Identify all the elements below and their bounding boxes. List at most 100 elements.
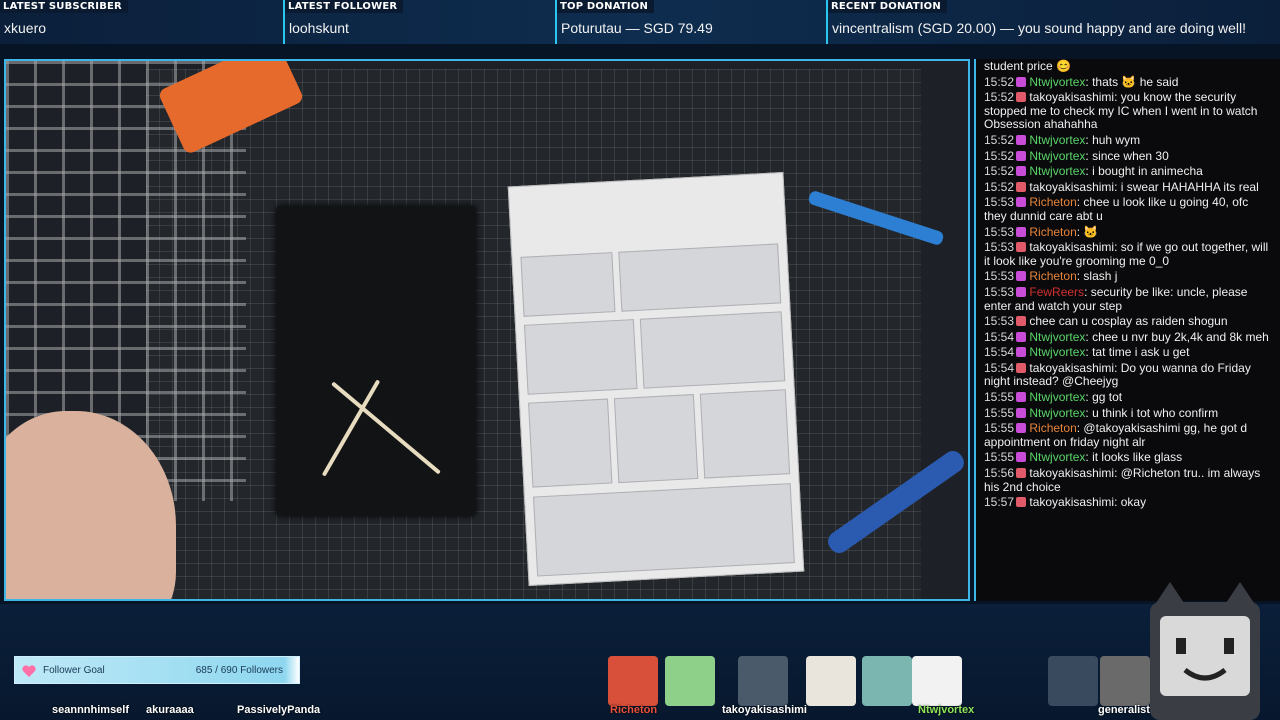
follower-name: PassivelyPanda bbox=[237, 704, 321, 716]
chat-text: chee can u cosplay as raiden shogun bbox=[1029, 314, 1228, 329]
chat-timestamp: 15:55 bbox=[984, 390, 1015, 405]
avatar bbox=[806, 656, 856, 706]
chat-timestamp: 15:53 bbox=[984, 224, 1015, 239]
recent-donation: RECENT DONATION vincentralism (SGD 20.00… bbox=[828, 0, 1280, 44]
chat-message: 15:52 Ntwjvortex: huh wym bbox=[984, 132, 1141, 147]
chat-text: u think i tot who confirm bbox=[1092, 405, 1219, 420]
chat-username[interactable]: Ntwjvortex bbox=[1029, 164, 1085, 178]
chat-message: 15:53 chee can u cosplay as raiden shogu… bbox=[976, 314, 1280, 330]
chat-username[interactable]: Ntwjvortex bbox=[1029, 149, 1085, 163]
heart-icon bbox=[22, 665, 36, 677]
chat-username[interactable]: Richeton bbox=[1029, 225, 1076, 239]
top-donation-value: Poturutau — SGD 79.49 bbox=[561, 20, 713, 36]
chat-badge-icon bbox=[1016, 166, 1027, 177]
chat-text: takoyakisashimi: @Richeton tru.. im alwa… bbox=[984, 466, 1261, 494]
chat-message: 15:55 Richeton: @takoyakisashimi gg, he … bbox=[984, 421, 1248, 449]
chat-text: thats 🐱 he said bbox=[1092, 74, 1179, 89]
chat-message: student price 😊 bbox=[976, 59, 1280, 75]
chat-message: 15:55 Ntwjvortex: u think i tot who conf… bbox=[984, 405, 1219, 420]
chat-message: 15:53 takoyakisashimi: so if we go out t… bbox=[976, 240, 1280, 269]
chat-badge-icon bbox=[1016, 134, 1027, 145]
chat-badge-icon bbox=[1016, 452, 1027, 463]
chat-text: takoyakisashimi: okay bbox=[1029, 495, 1147, 510]
chat-badge-icon bbox=[1016, 76, 1027, 87]
chat-panel[interactable]: student price 😊 15:52 Ntwjvortex: thats 🐱… bbox=[974, 59, 1280, 601]
follower-name: seannnhimself bbox=[52, 704, 130, 716]
chat-timestamp: 15:53 bbox=[984, 240, 1015, 255]
chat-timestamp: 15:52 bbox=[984, 132, 1015, 147]
chat-timestamp: 15:52 bbox=[984, 164, 1015, 179]
follower-name: akuraaaa bbox=[146, 704, 194, 716]
chat-message: 15:54 Ntwjvortex: tat time i ask u get bbox=[984, 345, 1190, 360]
chat-timestamp: 15:52 bbox=[984, 148, 1015, 163]
chat-username[interactable]: FewReers bbox=[1029, 285, 1084, 299]
chat-text: it looks like glass bbox=[1092, 450, 1183, 465]
chat-text: chee u nvr buy 2k,4k and 8k meh bbox=[1092, 329, 1269, 344]
chat-badge-icon bbox=[1016, 468, 1027, 479]
chat-timestamp: 15:52 bbox=[984, 179, 1015, 194]
chat-badge-icon bbox=[1016, 331, 1027, 342]
chat-badge-icon bbox=[1016, 92, 1027, 103]
chat-username[interactable]: Ntwjvortex bbox=[1029, 330, 1085, 344]
chat-badge-icon bbox=[1016, 286, 1027, 297]
chat-timestamp: 15:56 bbox=[984, 466, 1015, 481]
follower-name: takoyakisashimi bbox=[722, 704, 807, 716]
top-donation: TOP DONATION Poturutau — SGD 79.49 bbox=[557, 0, 828, 44]
follower-name: Richeton bbox=[610, 704, 658, 716]
chat-username[interactable]: Richeton bbox=[1029, 421, 1076, 435]
latest-subscriber: LATEST SUBSCRIBER xkuero bbox=[0, 0, 285, 44]
follower-goal-label: Follower Goal bbox=[43, 665, 105, 676]
chat-message: 15:55 Ntwjvortex: gg tot bbox=[984, 390, 1123, 405]
chat-username[interactable]: Ntwjvortex bbox=[1029, 406, 1085, 420]
chat-badge-icon bbox=[1016, 347, 1027, 358]
chat-timestamp: 15:54 bbox=[984, 345, 1015, 360]
chat-username[interactable]: Ntwjvortex bbox=[1029, 450, 1085, 465]
latest-follower-value: loohskunt bbox=[289, 20, 349, 36]
parts-tray bbox=[276, 206, 476, 516]
chat-message: 15:53 Richeton: 🐱 bbox=[984, 224, 1099, 239]
webcam-video[interactable] bbox=[4, 59, 970, 601]
chat-timestamp: 15:55 bbox=[984, 421, 1015, 436]
avatar bbox=[665, 656, 715, 706]
latest-follower-label: LATEST FOLLOWER bbox=[285, 0, 404, 13]
top-ticker: LATEST SUBSCRIBER xkuero LATEST FOLLOWER… bbox=[0, 0, 1280, 44]
instruction-manual bbox=[507, 172, 805, 586]
avatar bbox=[912, 656, 962, 706]
chat-timestamp: 15:55 bbox=[984, 405, 1015, 420]
top-donation-label: TOP DONATION bbox=[557, 0, 655, 13]
chat-timestamp: 15:52 bbox=[984, 74, 1015, 89]
chat-badge-icon bbox=[1016, 181, 1027, 192]
chat-message: 15:52 Ntwjvortex: thats 🐱 he said bbox=[984, 74, 1179, 89]
avatar bbox=[738, 656, 788, 706]
chat-message: 15:53 Richeton: chee u look like u going… bbox=[984, 195, 1249, 223]
latest-subscriber-value: xkuero bbox=[4, 20, 47, 36]
chat-username[interactable]: Richeton bbox=[1029, 195, 1076, 210]
chat-message: 15:52 Ntwjvortex: since when 30 bbox=[984, 148, 1169, 163]
chat-timestamp: 15:53 bbox=[984, 269, 1015, 284]
chat-badge-icon bbox=[1016, 362, 1027, 373]
chat-timestamp: 15:53 bbox=[984, 284, 1015, 299]
chat-username[interactable]: Ntwjvortex bbox=[1029, 390, 1085, 404]
chat-message: 15:54 Ntwjvortex: chee u nvr buy 2k,4k a… bbox=[984, 329, 1269, 344]
follower-goal-count: 685 / 690 Followers bbox=[195, 665, 283, 676]
chat-username[interactable]: Ntwjvortex bbox=[1029, 75, 1085, 89]
chat-text: huh wym bbox=[1092, 132, 1141, 147]
recent-donation-value: vincentralism (SGD 20.00) — you sound ha… bbox=[832, 20, 1246, 36]
bottom-bar: Follower Goal 685 / 690 Followers seannn… bbox=[0, 604, 1280, 720]
chat-username[interactable]: Ntwjvortex bbox=[1029, 133, 1085, 147]
chat-username[interactable]: Richeton bbox=[1029, 269, 1076, 284]
mascot-logo bbox=[1150, 582, 1260, 720]
chat-badge-icon bbox=[1016, 197, 1027, 208]
chat-badge-icon bbox=[1016, 407, 1027, 418]
cotton-swab bbox=[321, 379, 381, 477]
chat-timestamp: 15:54 bbox=[984, 360, 1015, 375]
chat-username[interactable]: Ntwjvortex bbox=[1029, 345, 1085, 359]
chat-timestamp: 15:53 bbox=[984, 195, 1015, 210]
chat-badge-icon bbox=[1016, 423, 1027, 434]
chat-text: i bought in animecha bbox=[1092, 164, 1203, 179]
chat-text: slash j bbox=[1083, 269, 1118, 284]
chat-message: 15:52 takoyakisashimi: you know the secu… bbox=[976, 90, 1280, 133]
chat-message: 15:54 takoyakisashimi: Do you wanna do F… bbox=[976, 361, 1280, 390]
chat-text: tat time i ask u get bbox=[1092, 345, 1190, 360]
chat-timestamp: 15:54 bbox=[984, 329, 1015, 344]
